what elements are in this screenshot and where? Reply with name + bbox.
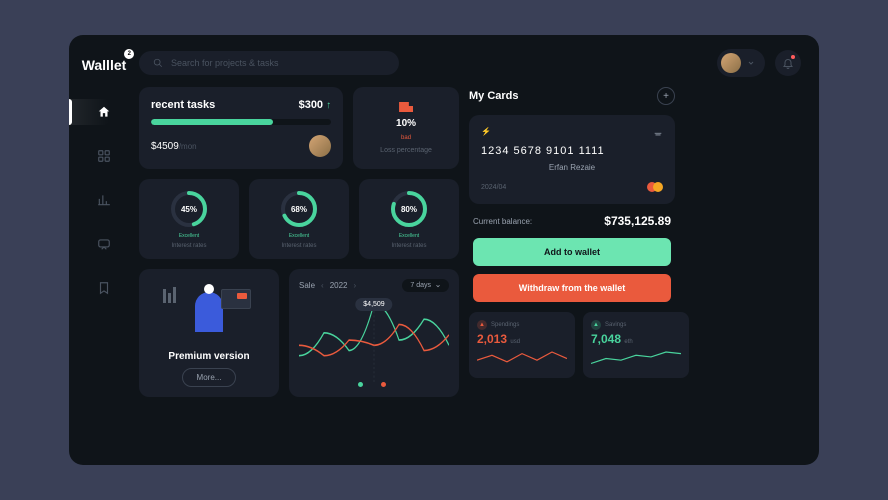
legend-item [381,382,390,387]
tasks-subvalue: $4509/mon [151,141,197,152]
home-icon [97,105,111,119]
chevron-down-icon [747,59,755,67]
tasks-progress [151,119,331,125]
add-wallet-button[interactable]: Add to wallet [473,238,671,266]
premium-card: Premium version More... [139,269,279,397]
chart-label: Sale [299,281,315,290]
withdraw-button[interactable]: Withdraw from the wallet [473,274,671,302]
stat-value: 7,048 eth [591,332,681,346]
stat-label: Spendings [491,322,519,328]
card-chip-icon: ⚡ [481,127,491,139]
balance-value: $735,125.89 [604,214,671,228]
nav [69,99,139,301]
search-input[interactable]: Search for projects & tasks [139,51,399,75]
loss-badge: bad [401,135,411,141]
stats-row: ▲Spendings 2,013 usd ▲Savings 7,048 eth [469,312,675,378]
bookmark-icon [97,281,111,295]
grid-icon [97,149,111,163]
bell-icon [782,57,794,69]
balance-row: Current balance: $735,125.89 [469,214,675,228]
card-wifi-icon [653,127,663,139]
notifications-button[interactable] [775,50,801,76]
search-placeholder: Search for projects & tasks [171,58,279,68]
chart-year-nav: Sale ‹ 2022 › [299,281,356,290]
loss-card: 10% bad Loss percentage [353,87,459,169]
chevron-down-icon [435,283,441,289]
add-card-button[interactable]: + [657,87,675,105]
app-window: Walllet 2 Search for project [69,35,819,465]
credit-card: ⚡ 1234 5678 9101 1111 Erfan Rezaie 2024/… [469,115,675,204]
notification-badge: 2 [124,49,134,59]
chart-next-button[interactable]: › [353,281,356,290]
nav-chat[interactable] [91,231,117,257]
gauge-1: 68% Excellent Interest rates [249,179,349,259]
legend-item [358,382,367,387]
card-expiry: 2024/04 [481,184,506,191]
search-icon [153,58,163,68]
dashboard-grid: recent tasks $300 ↑ $4509/mon 10% bad [139,87,801,447]
balance-label: Current balance: [473,217,532,226]
task-avatar [309,135,331,157]
premium-more-button[interactable]: More... [182,368,237,387]
topbar: Search for projects & tasks [139,49,801,77]
chart-tooltip: $4,509 [355,298,392,311]
nav-home[interactable] [91,99,117,125]
nav-bookmark[interactable] [91,275,117,301]
stat-trend-icon: ▲ [477,320,487,330]
gauges-row: 45% Excellent Interest rates 68% Excelle… [139,179,459,259]
left-column: recent tasks $300 ↑ $4509/mon 10% bad [139,87,459,447]
loss-label: Loss percentage [380,147,432,154]
main-content: Search for projects & tasks recent tasks… [139,49,801,447]
nav-apps[interactable] [91,143,117,169]
my-cards-title: My Cards [469,90,519,102]
stat-savings: ▲ Savings 7,048 eth [583,312,689,378]
loss-percent: 10% [396,118,416,129]
nav-stats[interactable] [91,187,117,213]
loss-icon [399,102,413,112]
mastercard-icon [647,182,663,192]
card-holder: Erfan Rezaie [481,163,663,172]
tasks-amount: $300 ↑ [299,99,332,111]
sales-chart-card: Sale ‹ 2022 › 7 days $4,509 [289,269,459,397]
chart-prev-button[interactable]: ‹ [321,281,324,290]
chart-range-select[interactable]: 7 days [402,279,449,292]
stat-spendings: ▲ Spendings 2,013 usd [469,312,575,378]
card-number: 1234 5678 9101 1111 [481,145,663,157]
gauge-2: 80% Excellent Interest rates [359,179,459,259]
premium-title: Premium version [168,351,249,362]
sidebar: Walllet 2 [69,49,139,447]
right-panel: My Cards + ⚡ 1234 5678 9101 1111 Erfan R… [469,87,675,447]
brand-logo: Walllet 2 [82,57,127,73]
chart-legend [299,382,449,387]
user-menu[interactable] [717,49,765,77]
chart-year: 2022 [330,281,348,290]
gauge-0: 45% Excellent Interest rates [139,179,239,259]
recent-tasks-card: recent tasks $300 ↑ $4509/mon [139,87,343,169]
tasks-title: recent tasks [151,99,215,111]
premium-illustration [149,279,269,345]
message-icon [97,237,111,251]
chart-icon [97,193,111,207]
user-avatar [721,53,741,73]
stat-label: Savings [605,322,626,328]
chart-body: $4,509 [299,296,449,382]
stat-trend-icon: ▲ [591,320,601,330]
stat-value: 2,013 usd [477,332,567,346]
